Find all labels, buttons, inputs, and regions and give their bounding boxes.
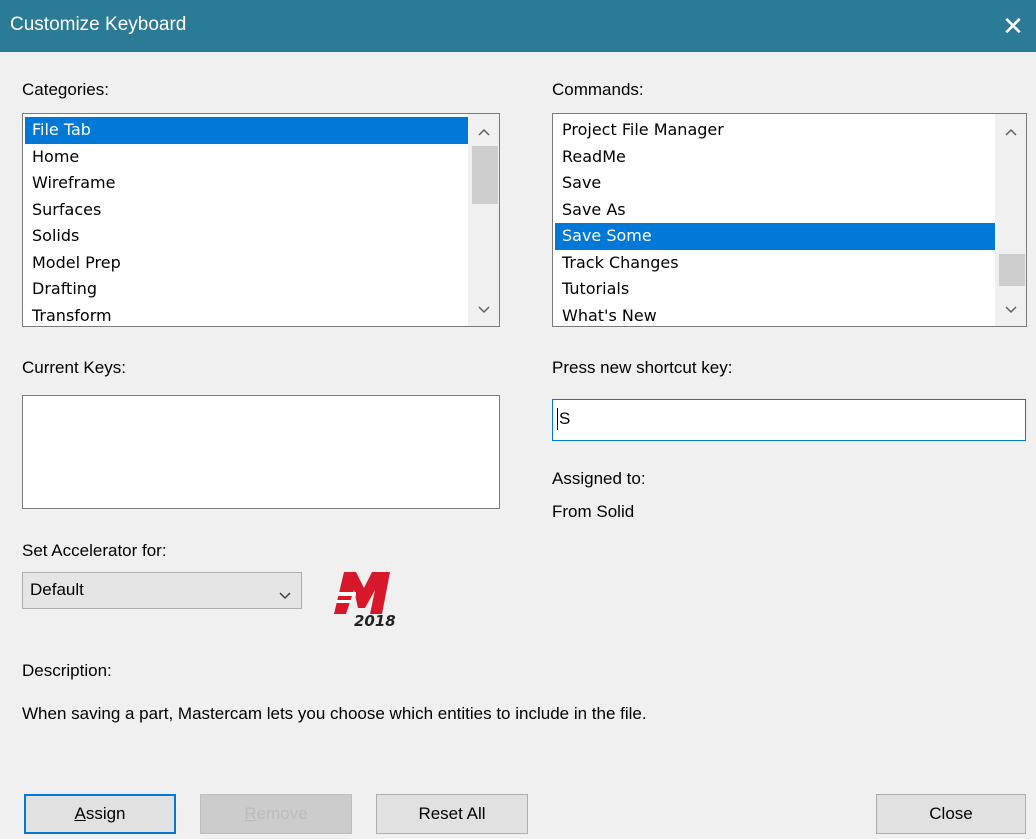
shortcut-label: Press new shortcut key: — [552, 358, 733, 377]
close-button[interactable]: Close — [876, 794, 1026, 834]
command-item[interactable]: Tutorials — [555, 276, 996, 303]
text-caret — [557, 408, 558, 430]
scroll-up-icon[interactable] — [469, 120, 499, 144]
category-item[interactable]: Wireframe — [25, 170, 469, 197]
category-item[interactable]: Solids — [25, 223, 469, 250]
commands-scrollbar[interactable] — [995, 114, 1026, 326]
title-bar: Customize Keyboard ✕ — [0, 0, 1036, 52]
description-text: When saving a part, Mastercam lets you c… — [22, 704, 647, 723]
assign-button[interactable]: Assign — [24, 794, 176, 834]
reset-all-button[interactable]: Reset All — [376, 794, 528, 834]
category-item[interactable]: Surfaces — [25, 197, 469, 224]
commands-label: Commands: — [552, 80, 644, 99]
categories-scroll-thumb[interactable] — [472, 146, 498, 204]
category-item[interactable]: Model Prep — [25, 250, 469, 277]
shortcut-input[interactable]: S — [552, 399, 1026, 441]
close-icon[interactable]: ✕ — [990, 0, 1036, 52]
category-item[interactable]: Drafting — [25, 276, 469, 303]
remove-accel: R — [244, 804, 257, 823]
command-item[interactable]: Project File Manager — [555, 117, 996, 144]
mastercam-logo-icon — [334, 572, 390, 614]
commands-scroll-thumb[interactable] — [999, 254, 1025, 286]
scroll-down-icon[interactable] — [996, 298, 1026, 322]
command-item[interactable]: Save — [555, 170, 996, 197]
command-item[interactable]: Save As — [555, 197, 996, 224]
remove-label: emove — [256, 804, 308, 823]
assign-accel: A — [74, 804, 86, 823]
shortcut-value: S — [559, 409, 571, 428]
remove-button[interactable]: Remove — [200, 794, 352, 834]
command-item[interactable]: Track Changes — [555, 250, 996, 277]
commands-items: Project File Manager ReadMe Save Save As… — [555, 117, 996, 327]
commands-listbox[interactable]: Project File Manager ReadMe Save Save As… — [552, 113, 1027, 327]
scroll-up-icon[interactable] — [996, 120, 1026, 144]
chevron-down-icon — [279, 585, 291, 605]
accelerator-dropdown[interactable]: Default — [22, 572, 302, 609]
logo-year: 2018 — [354, 612, 396, 630]
assigned-label: Assigned to: — [552, 469, 646, 488]
category-item[interactable]: Transform — [25, 303, 469, 327]
assigned-value: From Solid — [552, 502, 635, 521]
accelerator-value: Default — [30, 580, 84, 599]
command-item[interactable]: ReadMe — [555, 144, 996, 171]
mastercam-logo: 2018 — [334, 570, 398, 632]
assign-label: ssign — [85, 804, 126, 823]
current-keys-label: Current Keys: — [22, 358, 126, 377]
command-item[interactable]: What's New — [555, 303, 996, 327]
window-title: Customize Keyboard — [10, 14, 187, 35]
categories-listbox[interactable]: File Tab Home Wireframe Surfaces Solids … — [22, 113, 500, 327]
category-item[interactable]: File Tab — [25, 117, 469, 144]
categories-items: File Tab Home Wireframe Surfaces Solids … — [25, 117, 469, 327]
category-item[interactable]: Home — [25, 144, 469, 171]
scroll-down-icon[interactable] — [469, 298, 499, 322]
accelerator-label: Set Accelerator for: — [22, 541, 167, 560]
current-keys-listbox[interactable] — [22, 395, 500, 509]
categories-label: Categories: — [22, 80, 109, 99]
command-item[interactable]: Save Some — [555, 223, 996, 250]
categories-scrollbar[interactable] — [468, 114, 499, 326]
description-label: Description: — [22, 661, 112, 680]
